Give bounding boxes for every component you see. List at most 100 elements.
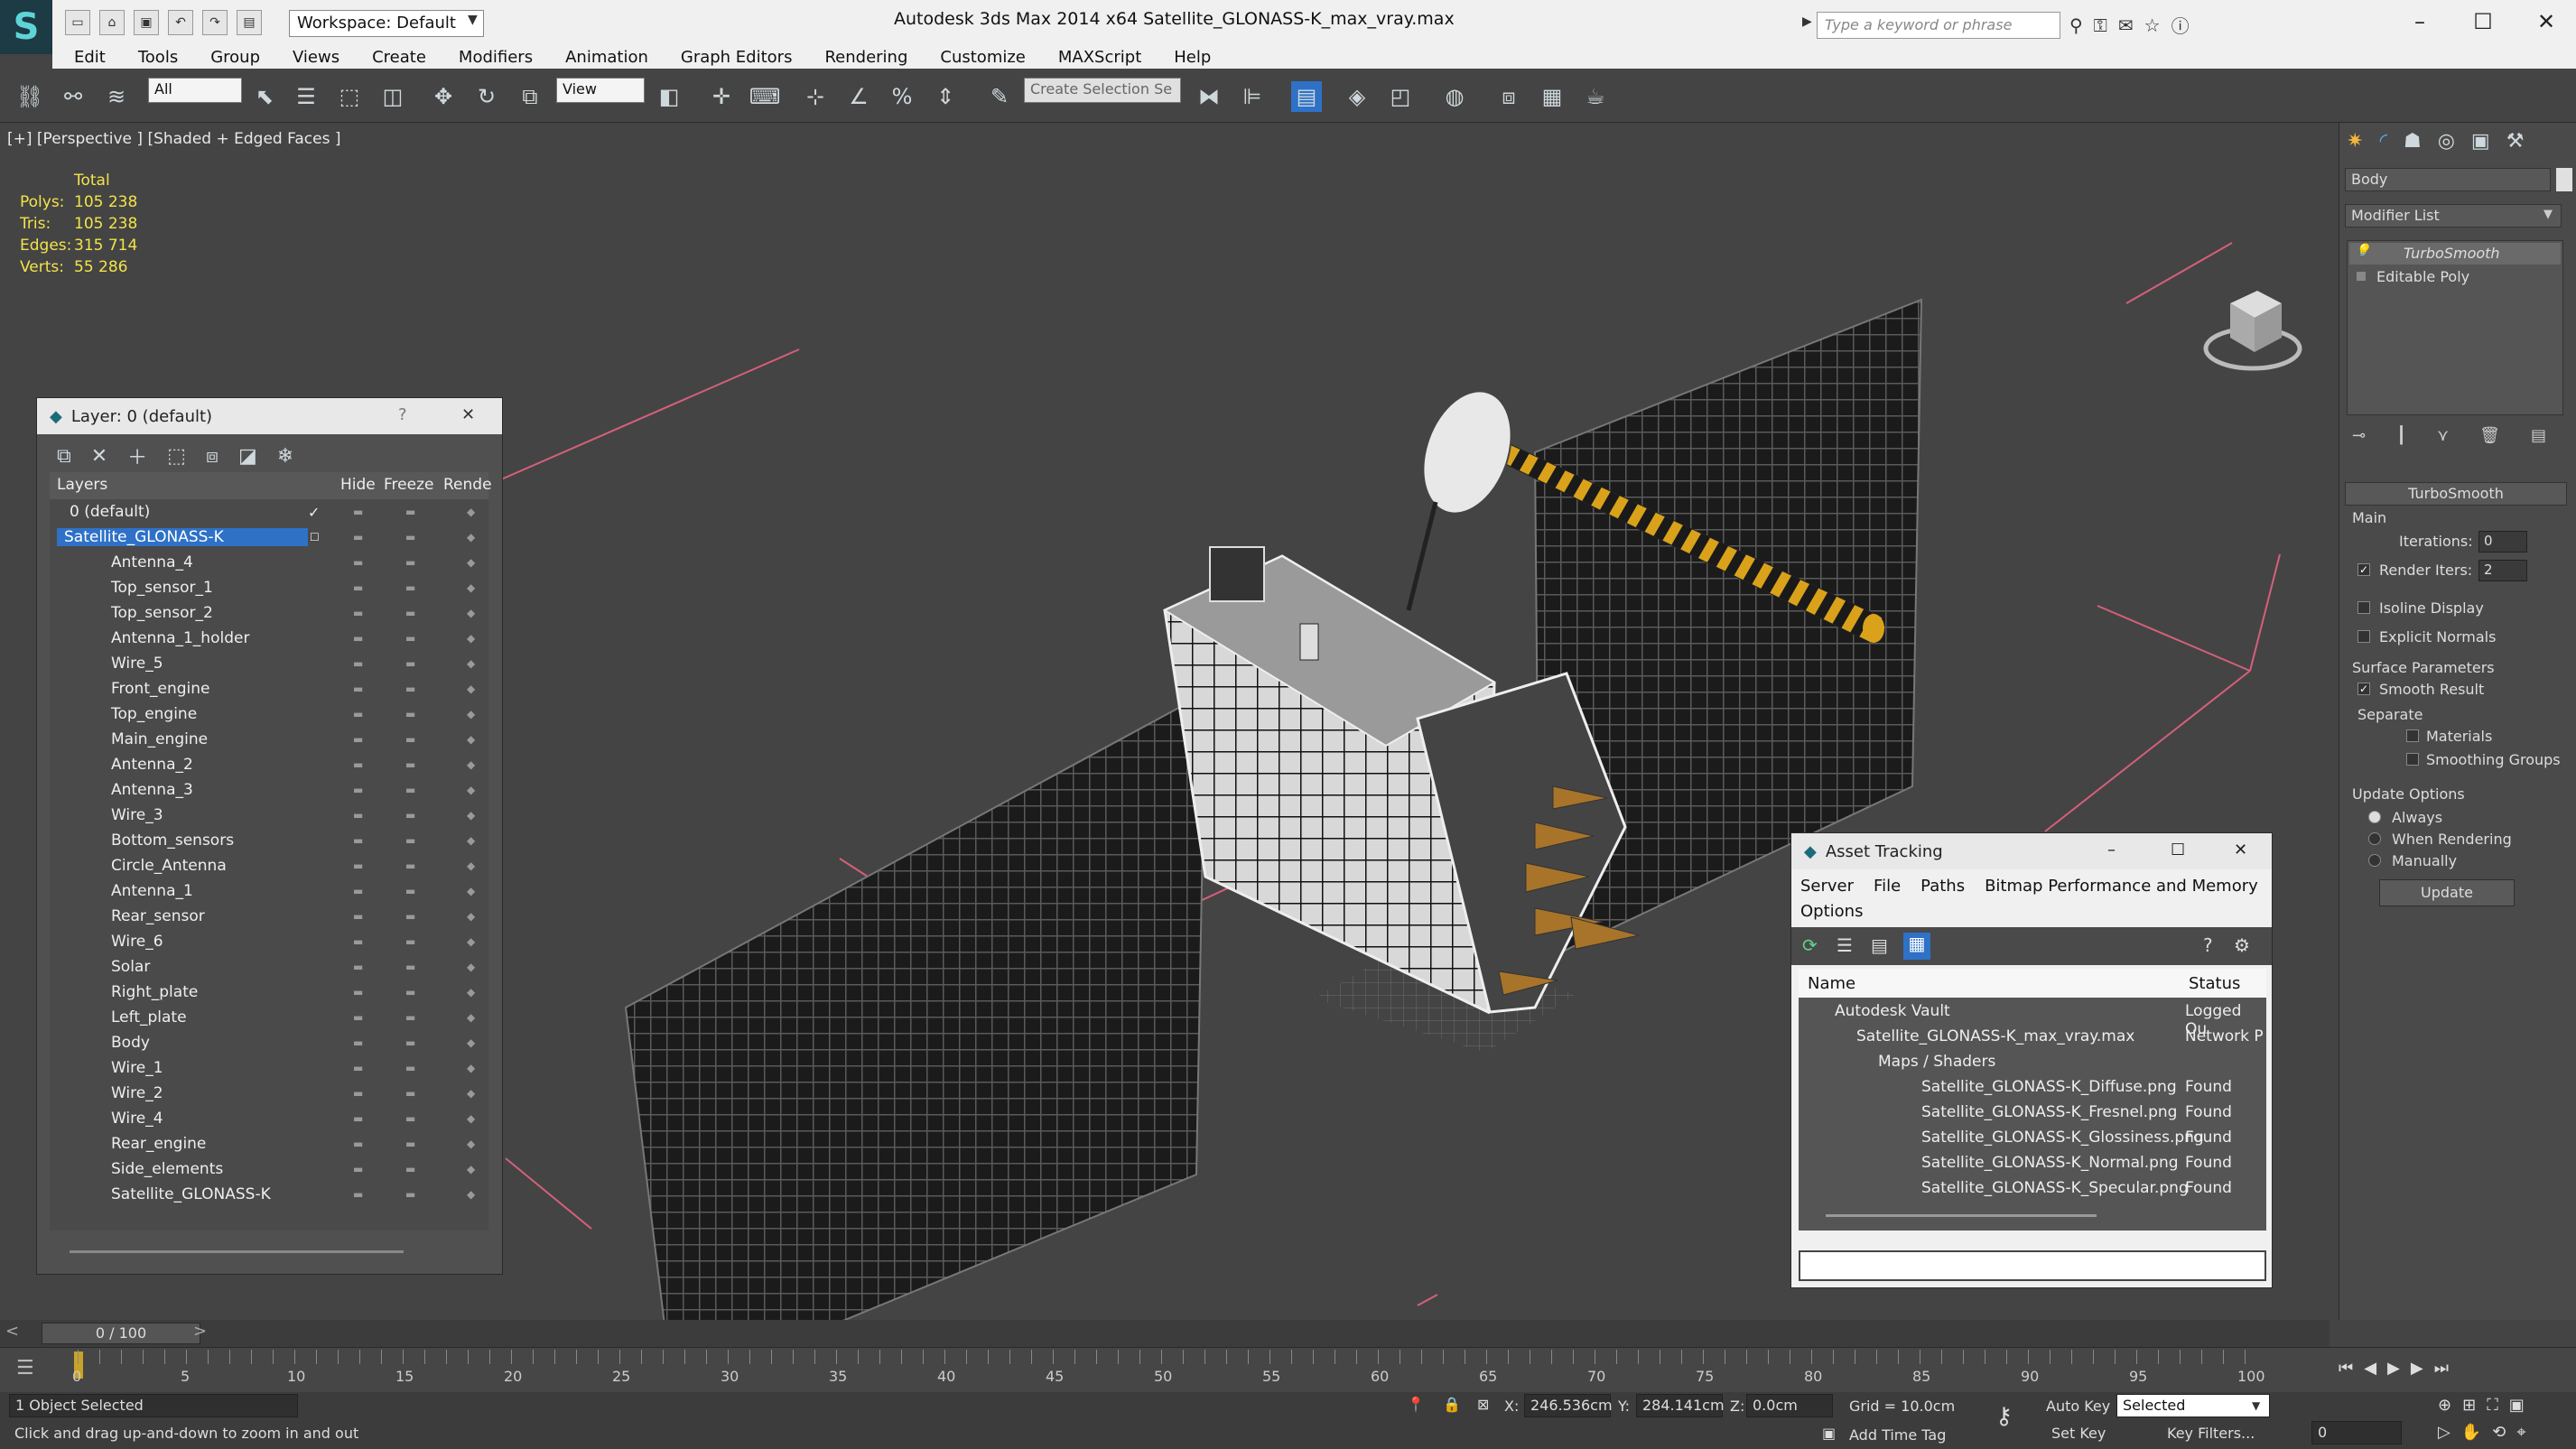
layer-manager-icon[interactable]: ◈ <box>1342 81 1372 112</box>
spinner-snap-icon[interactable]: ⇕ <box>930 81 961 112</box>
menu-edit[interactable]: Edit <box>74 48 106 67</box>
column-status[interactable]: Status <box>2189 974 2240 993</box>
snaps-toggle-icon[interactable]: ⊹ <box>800 81 831 112</box>
zoom-all-icon[interactable]: ⊞ <box>2462 1396 2476 1415</box>
column-layers[interactable]: Layers <box>57 476 107 494</box>
hide-all-layers-icon[interactable]: ◪ <box>238 445 257 468</box>
undo-icon[interactable]: ↶ <box>168 10 193 35</box>
rotate-icon[interactable]: ↻ <box>471 81 502 112</box>
remove-modifier-icon[interactable]: 🗑 <box>2479 426 2500 445</box>
menu-tools[interactable]: Tools <box>138 48 178 67</box>
pan-icon[interactable]: ✋ <box>2461 1423 2481 1442</box>
percent-snap-icon[interactable]: % <box>887 81 917 112</box>
object-row[interactable]: Circle_Antenna ▬ ▬ ◆ <box>50 853 488 878</box>
scene-explorer-icon[interactable]: ▤ <box>1291 81 1322 112</box>
material-editor-icon[interactable]: ◍ <box>1439 81 1470 112</box>
layer-row-default[interactable]: 0 (default) ✓ ▬ ▬ ◆ <box>50 499 488 525</box>
settings-icon[interactable]: ⚙ <box>2234 934 2250 956</box>
time-tag-icon[interactable]: ▣ <box>1822 1425 1836 1442</box>
object-row[interactable]: Main_engine ▬ ▬ ◆ <box>50 727 488 752</box>
asset-horizontal-scrollbar[interactable] <box>1826 1214 2097 1217</box>
time-slider[interactable]: < 0 / 100 > <box>0 1320 2330 1347</box>
go-to-end-icon[interactable]: ⏭ <box>2434 1359 2449 1378</box>
object-row[interactable]: Front_engine ▬ ▬ ◆ <box>50 676 488 701</box>
delete-layer-icon[interactable]: ✕ <box>91 445 107 468</box>
minimize-icon[interactable]: – <box>2107 841 2116 859</box>
object-color-swatch[interactable] <box>2556 168 2572 191</box>
asset-menu-bitmap[interactable]: Bitmap Performance and Memory <box>1985 877 2258 896</box>
object-row[interactable]: Satellite_GLONASS-K ▬ ▬ ◆ <box>50 1182 488 1207</box>
always-radio[interactable] <box>2368 811 2381 823</box>
create-layer-icon[interactable]: ⧉ <box>57 445 71 468</box>
stack-item-editable-poly[interactable]: Editable Poly <box>2349 266 2561 288</box>
object-row[interactable]: Wire_3 ▬ ▬ ◆ <box>50 803 488 828</box>
hierarchy-tab-icon[interactable]: ☗ <box>2404 130 2422 153</box>
render-iters-checkbox[interactable]: ✓ <box>2357 563 2370 576</box>
menu-graph-editors[interactable]: Graph Editors <box>681 48 793 67</box>
edit-named-selection-icon[interactable]: ✎ <box>984 81 1015 112</box>
render-setup-icon[interactable]: ⧈ <box>1493 81 1524 112</box>
show-end-result-icon[interactable]: ┃ <box>2396 426 2406 445</box>
search-input[interactable]: Type a keyword or phrase <box>1817 12 2060 39</box>
object-row[interactable]: Right_plate ▬ ▬ ◆ <box>50 980 488 1005</box>
create-tab-icon[interactable]: ✷ <box>2347 130 2363 153</box>
help-icon[interactable]: ⓘ <box>2171 12 2190 38</box>
object-row[interactable]: Top_sensor_1 ▬ ▬ ◆ <box>50 575 488 600</box>
time-slider-thumb[interactable]: 0 / 100 <box>42 1323 200 1344</box>
maximize-icon[interactable]: ☐ <box>2171 841 2185 859</box>
link-icon[interactable]: ⛓ <box>14 81 45 112</box>
select-in-layer-icon[interactable]: ⬚ <box>167 445 186 468</box>
configure-sets-icon[interactable]: ▤ <box>2531 426 2546 445</box>
play-icon[interactable]: ▶ <box>2387 1359 2400 1378</box>
object-row[interactable]: Bottom_sensors ▬ ▬ ◆ <box>50 828 488 853</box>
layer-row-satellite[interactable]: Satellite_GLONASS-K ☐ ▬ ▬ ◆ <box>50 525 488 550</box>
iterations-spinner[interactable]: 0 <box>2478 531 2527 553</box>
next-frame-arrow-icon[interactable]: > <box>193 1322 207 1341</box>
reference-coordinate-dropdown[interactable]: View <box>556 78 645 103</box>
selection-filter-dropdown[interactable]: All <box>148 78 242 103</box>
menu-create[interactable]: Create <box>372 48 426 67</box>
refresh-icon[interactable]: ⟳ <box>1802 934 1818 956</box>
menu-animation[interactable]: Animation <box>565 48 648 67</box>
asset-panel-titlebar[interactable]: ◆ Asset Tracking – ☐ ✕ <box>1791 833 2272 869</box>
current-layer-checkmark-icon[interactable]: ✓ <box>308 504 320 521</box>
new-file-icon[interactable]: ▭ <box>65 10 90 35</box>
update-button[interactable]: Update <box>2379 879 2515 906</box>
add-to-layer-icon[interactable]: ＋ <box>127 441 147 470</box>
asset-menu-file[interactable]: File <box>1874 877 1901 896</box>
object-row[interactable]: Wire_6 ▬ ▬ ◆ <box>50 929 488 954</box>
close-icon[interactable]: ✕ <box>2234 841 2247 859</box>
absolute-mode-icon[interactable]: ⊠ <box>1477 1396 1489 1413</box>
menu-maxscript[interactable]: MAXScript <box>1058 48 1141 67</box>
explicit-normals-checkbox[interactable] <box>2357 630 2370 643</box>
menu-help[interactable]: Help <box>1174 48 1211 67</box>
asset-menu-server[interactable]: Server <box>1800 877 1854 896</box>
menu-rendering[interactable]: Rendering <box>824 48 907 67</box>
close-icon[interactable]: ✕ <box>461 405 475 424</box>
app-logo-icon[interactable]: S <box>0 0 52 54</box>
object-row[interactable]: Wire_1 ▬ ▬ ◆ <box>50 1055 488 1081</box>
auto-key-button[interactable]: Auto Key <box>2046 1398 2110 1415</box>
smoothing-groups-checkbox[interactable] <box>2406 753 2419 766</box>
key-filters-button[interactable]: Key Filters... <box>2167 1425 2255 1442</box>
column-hide[interactable]: Hide <box>340 476 376 494</box>
asset-row[interactable]: Satellite_GLONASS-K_Fresnel.png Found <box>1799 1101 2266 1126</box>
smooth-result-checkbox[interactable]: ✓ <box>2357 683 2370 695</box>
mini-curve-editor-icon[interactable]: ☰ <box>16 1357 34 1379</box>
object-row[interactable]: Antenna_2 ▬ ▬ ◆ <box>50 752 488 777</box>
asset-row[interactable]: Satellite_GLONASS-K_max_vray.max Network … <box>1799 1025 2266 1050</box>
table-view-icon[interactable]: ▦ <box>1903 933 1930 960</box>
walk-through-icon[interactable]: ⌖ <box>2516 1423 2525 1442</box>
go-to-start-icon[interactable]: ⏮ <box>2339 1359 2353 1378</box>
y-coordinate-field[interactable]: 284.141cm <box>1636 1394 1725 1417</box>
object-row[interactable]: Wire_5 ▬ ▬ ◆ <box>50 651 488 676</box>
object-row[interactable]: Top_sensor_2 ▬ ▬ ◆ <box>50 600 488 626</box>
highlight-layer-icon[interactable]: ⧈ <box>206 445 219 468</box>
previous-frame-icon[interactable]: ◀ <box>2364 1359 2376 1378</box>
menu-group[interactable]: Group <box>210 48 260 67</box>
help-icon[interactable]: ? <box>2203 934 2213 956</box>
when-rendering-radio[interactable] <box>2368 832 2381 845</box>
unlink-icon[interactable]: ⚯ <box>58 81 88 112</box>
stack-item-turbosmooth[interactable]: 💡 TurboSmooth <box>2349 243 2561 265</box>
bind-spacewarp-icon[interactable]: ≋ <box>101 81 132 112</box>
